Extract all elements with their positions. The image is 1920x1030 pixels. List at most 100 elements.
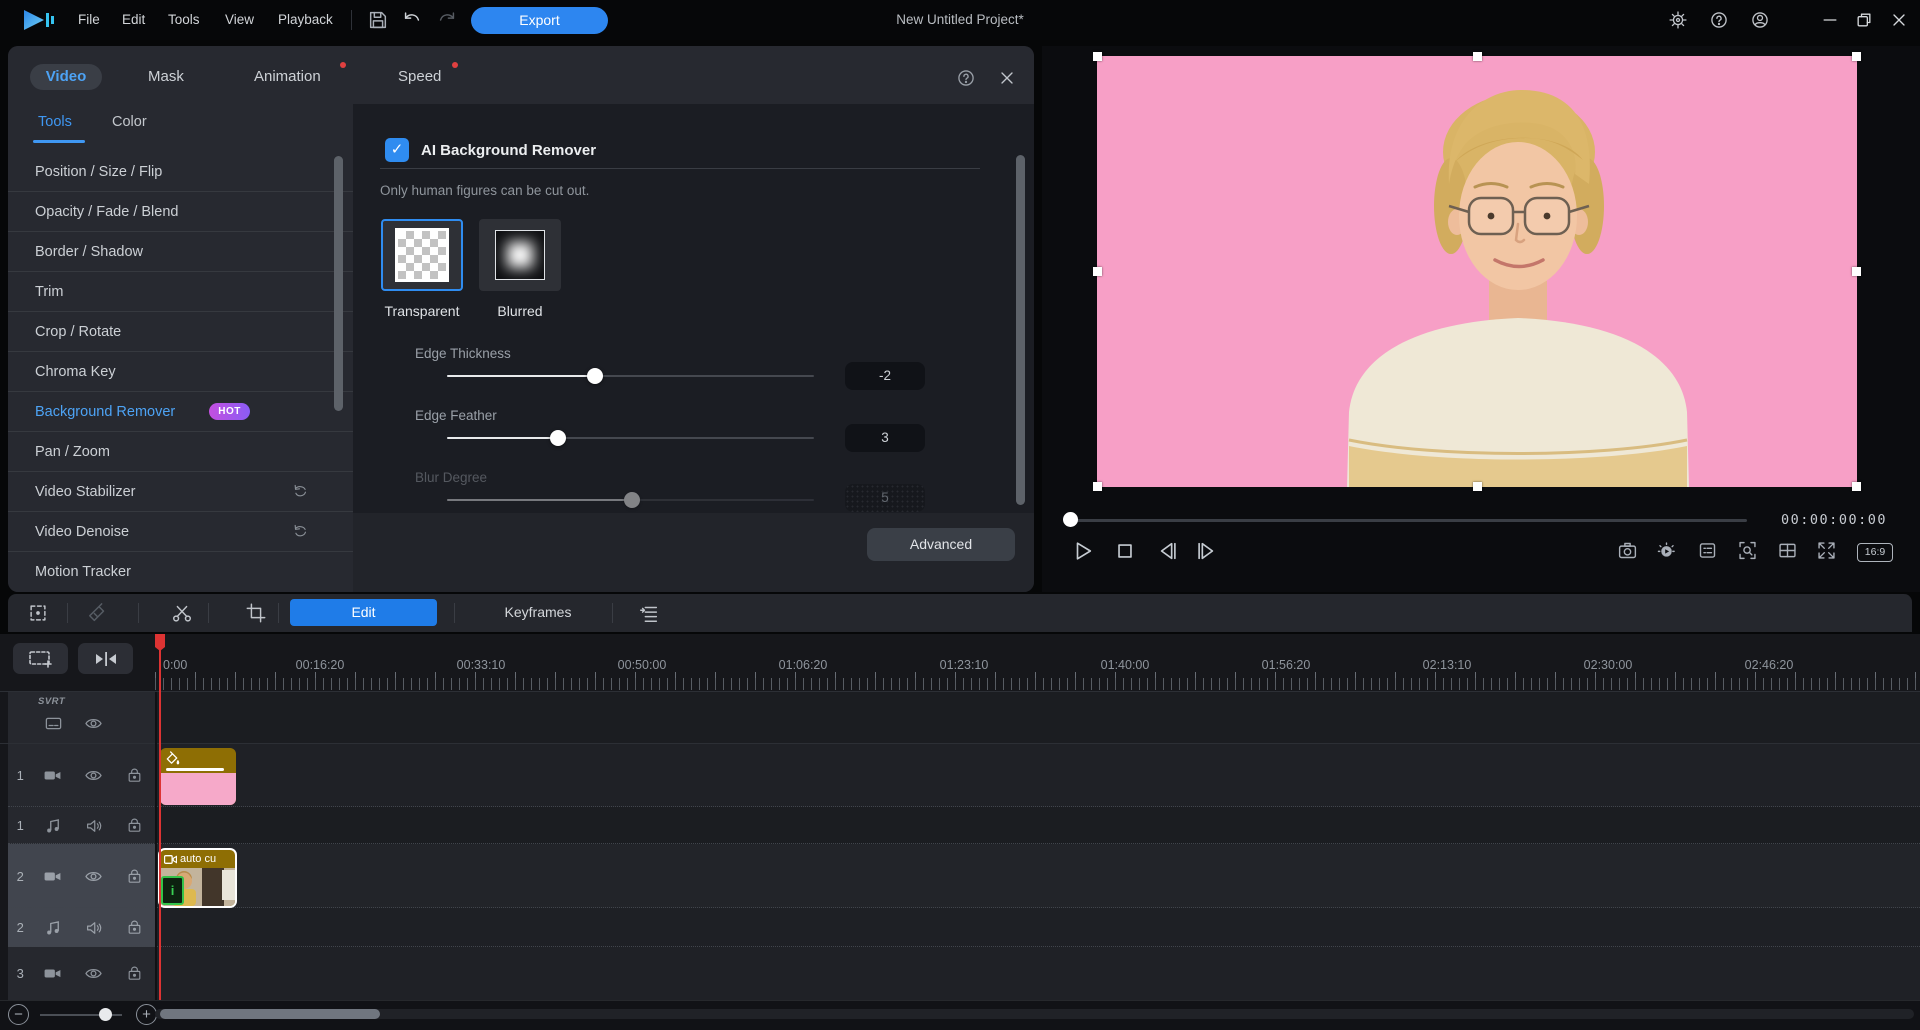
menu-edit[interactable]: Edit [122,0,145,40]
resize-handle-ne[interactable] [1852,52,1861,61]
tool-item-denoise[interactable]: Video Denoise [8,511,353,551]
lock-icon[interactable] [114,919,155,936]
resize-handle-nw[interactable] [1093,52,1102,61]
video-track-2-header[interactable]: 2 [8,844,155,908]
mode-blurred-card[interactable] [479,219,561,291]
timeline-hscroll-thumb[interactable] [160,1009,380,1019]
produce-range-icon[interactable] [1697,540,1719,562]
speaker-icon[interactable] [73,817,114,835]
timeline-zoom-knob[interactable] [99,1008,112,1021]
render-preview-icon[interactable] [1656,540,1678,562]
menu-file[interactable]: File [78,0,100,40]
svrt-eye-icon[interactable] [84,714,103,733]
fullscreen-icon[interactable] [1816,540,1838,562]
dual-view-icon[interactable] [1777,540,1799,562]
advanced-button[interactable]: Advanced [867,528,1015,561]
audio-track-1-header[interactable]: 1 [8,807,155,844]
zoom-out-icon[interactable]: − [8,1004,29,1025]
eye-icon[interactable] [73,766,114,785]
undo-icon[interactable] [401,9,423,31]
speaker-icon[interactable] [73,919,114,937]
add-track-button[interactable] [13,643,68,674]
video-track-2-lane[interactable] [155,844,1920,908]
tab-animation[interactable]: Animation [254,64,321,90]
snap-toggle-button[interactable] [78,643,133,674]
timeline-keyframes-tab[interactable]: Keyframes [493,599,583,626]
edge-thickness-value[interactable]: -2 [845,362,925,390]
preview-zoom-icon[interactable] [1737,540,1759,562]
slider-knob[interactable] [587,368,603,384]
tool-item-pan-zoom[interactable]: Pan / Zoom [8,431,353,471]
preview-canvas[interactable] [1097,56,1857,487]
tool-item-stabilizer[interactable]: Video Stabilizer [8,471,353,511]
menu-view[interactable]: View [225,0,254,40]
tool-list-scrollbar[interactable] [334,156,343,411]
keyframe-attributes-icon[interactable] [27,602,49,624]
save-icon[interactable] [367,9,389,31]
tab-video[interactable]: Video [30,64,102,90]
tool-item-chroma[interactable]: Chroma Key [8,351,353,391]
account-icon[interactable] [1750,10,1770,30]
menu-tools[interactable]: Tools [168,0,200,40]
eye-icon[interactable] [73,964,114,983]
video-track-3-lane[interactable] [155,947,1920,1000]
export-button[interactable]: Export [471,7,608,34]
resize-handle-s[interactable] [1473,482,1482,491]
tab-mask[interactable]: Mask [148,64,184,90]
subtitle-track-icon[interactable] [44,714,63,733]
audio-track-2-header[interactable]: 2 [8,908,155,947]
preview-seek-knob[interactable] [1063,512,1078,527]
audio-track-1-lane[interactable] [155,807,1920,844]
video-track-1-lane[interactable] [155,744,1920,807]
play-button[interactable] [1072,540,1094,562]
ruler-ticks[interactable] [155,678,1920,690]
window-restore-icon[interactable] [1854,10,1874,30]
edge-thickness-slider[interactable] [447,375,814,377]
lock-icon[interactable] [114,767,155,784]
resize-handle-se[interactable] [1852,482,1861,491]
tool-item-border[interactable]: Border / Shadow [8,231,353,271]
remover-scrollbar[interactable] [1016,155,1025,505]
edge-feather-value[interactable]: 3 [845,424,925,452]
video-track-1-header[interactable]: 1 [8,744,155,807]
snapshot-camera-icon[interactable] [1617,540,1639,562]
resize-handle-n[interactable] [1473,52,1482,61]
tool-item-trim[interactable]: Trim [8,271,353,311]
next-frame-button[interactable] [1195,540,1217,562]
reset-icon[interactable] [292,483,309,500]
tab-speed[interactable]: Speed [398,64,441,90]
tool-item-opacity[interactable]: Opacity / Fade / Blend [8,191,353,231]
preview-seek-bar[interactable] [1064,519,1747,522]
ai-remover-checkbox[interactable]: ✓ [385,138,409,162]
resize-handle-sw[interactable] [1093,482,1102,491]
tool-item-crop[interactable]: Crop / Rotate [8,311,353,351]
color-board-clip[interactable] [160,748,236,805]
timeline-hscroll-track[interactable] [155,1009,1914,1019]
previous-frame-button[interactable] [1157,540,1179,562]
window-close-icon[interactable] [1889,10,1909,30]
tool-item-background-remover[interactable]: Background Remover HOT [8,391,353,431]
playhead-line[interactable] [159,634,161,1000]
stop-button[interactable] [1114,540,1136,562]
help-icon[interactable] [1709,10,1729,30]
split-scissors-icon[interactable] [171,602,193,624]
settings-gear-icon[interactable] [1668,10,1688,30]
resize-handle-e[interactable] [1852,267,1861,276]
lock-icon[interactable] [114,965,155,982]
mode-transparent-card[interactable] [381,219,463,291]
video-clip-auto-cut[interactable]: auto cu i [158,848,237,908]
menu-playback[interactable]: Playback [278,0,333,40]
timeline-edit-tab[interactable]: Edit [290,599,437,626]
reset-icon[interactable] [292,523,309,540]
panel-help-icon[interactable] [956,68,976,88]
redo-icon[interactable] [436,9,458,31]
video-track-3-header[interactable]: 3 [8,947,155,1000]
tool-item-motion-tracker[interactable]: Motion Tracker [8,551,353,591]
lock-icon[interactable] [114,868,155,885]
lock-icon[interactable] [114,817,155,834]
track-manager-icon[interactable] [638,602,660,624]
aspect-ratio-chip[interactable]: 16:9 [1857,543,1893,562]
playhead-marker[interactable] [154,634,166,652]
slider-knob[interactable] [550,430,566,446]
resize-handle-w[interactable] [1093,267,1102,276]
